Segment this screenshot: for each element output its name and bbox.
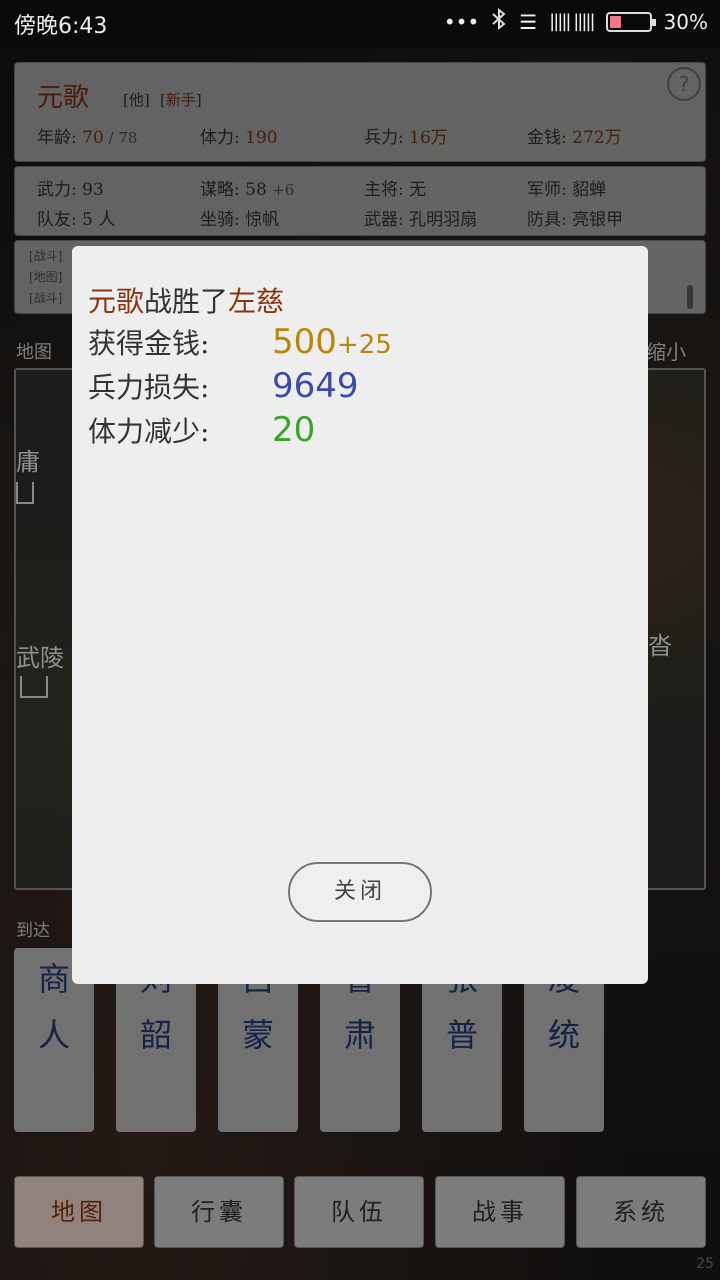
status-icons: ••• ☰ ||||| ||||| 30% bbox=[443, 7, 708, 35]
battle-result-title: 元歌战胜了左慈 bbox=[88, 285, 285, 318]
result-stamina-row: 体力减少: 20 bbox=[88, 410, 316, 450]
close-button[interactable]: 关闭 bbox=[288, 862, 432, 922]
vibrate-icon: ☰ bbox=[519, 9, 538, 34]
status-time: 傍晚6:43 bbox=[14, 14, 108, 39]
result-money-value: 500 bbox=[272, 322, 337, 362]
more-dots-icon: ••• bbox=[443, 9, 480, 34]
signal-icon: ||||| ||||| bbox=[549, 11, 595, 32]
result-loss-row: 兵力损失: 9649 bbox=[88, 366, 359, 406]
result-money-row: 获得金钱: 500+25 bbox=[88, 322, 392, 362]
battery-icon bbox=[605, 11, 656, 32]
battery-percent: 30% bbox=[663, 9, 708, 34]
result-loss-value: 9649 bbox=[272, 366, 359, 406]
battle-result-dialog: 元歌战胜了左慈 获得金钱: 500+25 兵力损失: 9649 体力减少: 20 关闭 bbox=[72, 246, 648, 984]
result-money-bonus: +25 bbox=[336, 330, 392, 360]
bluetooth-icon bbox=[491, 7, 507, 35]
status-bar: 傍晚6:43 ••• ☰ ||||| ||||| 30% bbox=[0, 0, 720, 48]
battery-fill bbox=[609, 15, 621, 28]
result-stamina-value: 20 bbox=[272, 410, 316, 450]
